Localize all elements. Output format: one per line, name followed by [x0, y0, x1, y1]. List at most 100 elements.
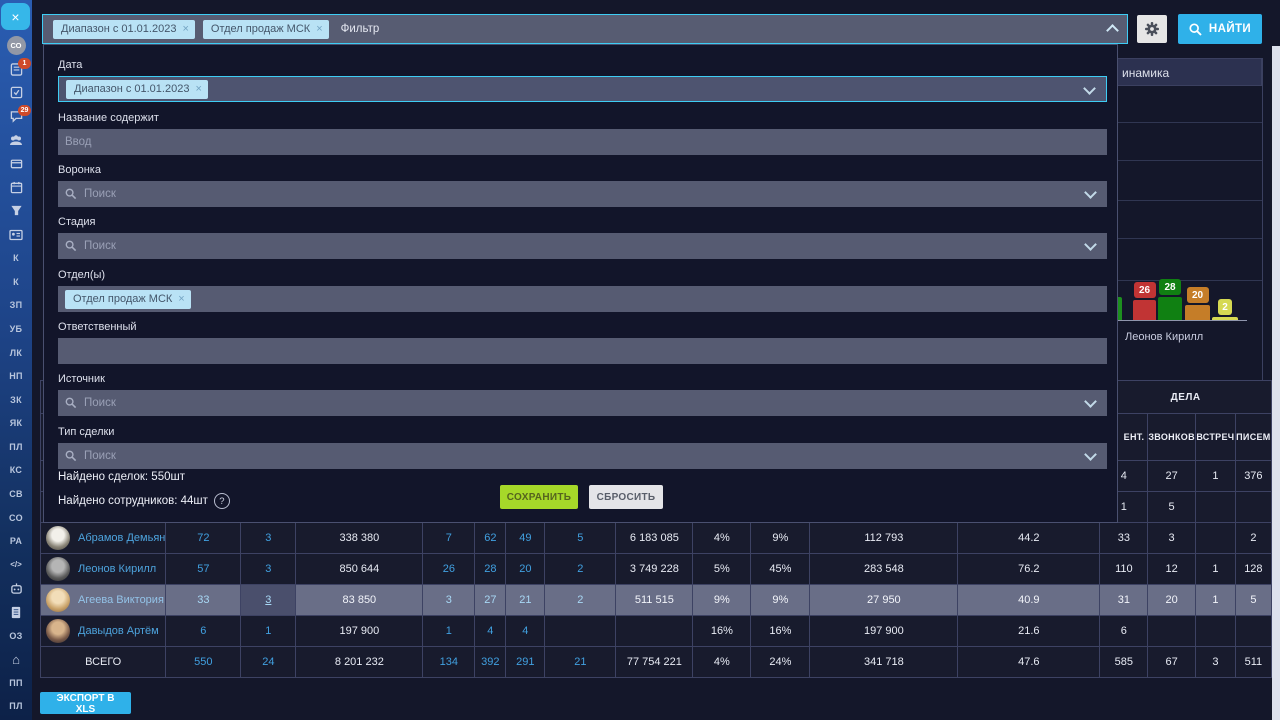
- table-cell[interactable]: 26: [423, 554, 475, 585]
- table-cell[interactable]: 1: [423, 616, 475, 647]
- chevron-down-icon[interactable]: [1084, 238, 1097, 251]
- table-cell[interactable]: 1: [241, 616, 296, 647]
- robot-icon[interactable]: [0, 577, 32, 601]
- column-header[interactable]: ВСТРЕЧ: [1195, 414, 1235, 461]
- remove-chip-icon[interactable]: ×: [178, 293, 184, 305]
- table-cell[interactable]: 4: [506, 616, 545, 647]
- table-cell[interactable]: 291: [506, 647, 545, 678]
- table-row[interactable]: Леонов Кирилл573850 64426282023 749 2285…: [41, 554, 1272, 585]
- table-cell[interactable]: 21: [545, 647, 616, 678]
- building-icon[interactable]: ⌂: [0, 647, 32, 671]
- save-button[interactable]: СОХРАНИТЬ: [500, 485, 578, 509]
- table-cell[interactable]: 21: [506, 585, 545, 616]
- wallet-icon[interactable]: [0, 152, 32, 176]
- sidebar-item-oz[interactable]: ОЗ: [0, 624, 32, 648]
- journal-icon[interactable]: 1: [0, 58, 32, 82]
- table-cell[interactable]: 134: [423, 647, 475, 678]
- sidebar-item-pl2[interactable]: ПЛ: [0, 695, 32, 719]
- table-cell[interactable]: 7: [423, 523, 475, 554]
- table-row[interactable]: ВСЕГО550248 201 2321343922912177 754 221…: [41, 647, 1272, 678]
- table-row[interactable]: Давыдов Артём61197 90014416%16%197 90021…: [41, 616, 1272, 647]
- sidebar-item-so[interactable]: СО: [0, 506, 32, 530]
- table-cell[interactable]: 2: [545, 585, 616, 616]
- table-cell[interactable]: 550: [166, 647, 241, 678]
- document-icon[interactable]: [0, 600, 32, 624]
- table-cell[interactable]: 3: [241, 523, 296, 554]
- sidebar-item-ub[interactable]: УБ: [0, 317, 32, 341]
- collapse-panel-chevron-icon[interactable]: [1106, 24, 1119, 37]
- selected-value-chip[interactable]: Отдел продаж МСК×: [65, 290, 191, 309]
- sidebar-item-pl1[interactable]: ПЛ: [0, 435, 32, 459]
- sidebar-item-zk[interactable]: ЗК: [0, 388, 32, 412]
- remove-chip-icon[interactable]: ×: [195, 83, 201, 95]
- close-button[interactable]: ×: [1, 3, 30, 30]
- idcard-icon[interactable]: [0, 223, 32, 247]
- table-cell[interactable]: 33: [166, 585, 241, 616]
- table-row[interactable]: Абрамов Демьян723338 3807624956 183 0854…: [41, 523, 1272, 554]
- table-cell[interactable]: 392: [475, 647, 506, 678]
- code-icon[interactable]: </>: [0, 553, 32, 577]
- scrollbar[interactable]: [1272, 46, 1280, 720]
- sidebar-item-np[interactable]: НП: [0, 364, 32, 388]
- selected-value-chip[interactable]: Диапазон с 01.01.2023×: [66, 80, 208, 99]
- filter-field-search[interactable]: Поиск: [58, 390, 1107, 416]
- filter-field-chips[interactable]: Отдел продаж МСК×: [58, 286, 1107, 312]
- help-icon[interactable]: ?: [214, 493, 230, 509]
- filter-field-input[interactable]: Ввод: [58, 129, 1107, 155]
- table-row[interactable]: Агеева Виктория33383 850327212511 5159%9…: [41, 585, 1272, 616]
- sidebar-item-zp[interactable]: ЗП: [0, 294, 32, 318]
- sidebar-item-yak[interactable]: ЯК: [0, 412, 32, 436]
- sidebar-item-sv[interactable]: СВ: [0, 482, 32, 506]
- reset-button[interactable]: СБРОСИТЬ: [589, 485, 663, 509]
- table-cell[interactable]: 28: [475, 554, 506, 585]
- filter-tokens-bar[interactable]: Диапазон с 01.01.2023 × Отдел продаж МСК…: [42, 14, 1128, 44]
- employee-name-link[interactable]: Давыдов Артём: [78, 625, 159, 637]
- table-cell[interactable]: 3: [241, 554, 296, 585]
- sidebar-item-pp[interactable]: ПП: [0, 671, 32, 695]
- table-cell[interactable]: 20: [506, 554, 545, 585]
- filter-field-search[interactable]: Поиск: [58, 181, 1107, 207]
- settings-gear-button[interactable]: [1137, 15, 1167, 43]
- contacts-group-icon[interactable]: [0, 128, 32, 152]
- chevron-down-icon[interactable]: [1084, 448, 1097, 461]
- export-xls-button[interactable]: ЭКСПОРТ В XLS: [40, 692, 131, 714]
- sidebar-item-ks[interactable]: КС: [0, 459, 32, 483]
- filter-field-input[interactable]: [58, 338, 1107, 364]
- table-cell[interactable]: 27: [475, 585, 506, 616]
- tasks-icon[interactable]: [0, 81, 32, 105]
- table-cell[interactable]: 6: [166, 616, 241, 647]
- filter-chip-date[interactable]: Диапазон с 01.01.2023 ×: [53, 20, 195, 39]
- table-cell[interactable]: [545, 616, 616, 647]
- sidebar-item-lk[interactable]: ЛК: [0, 341, 32, 365]
- table-cell[interactable]: 62: [475, 523, 506, 554]
- remove-chip-icon[interactable]: ×: [316, 23, 322, 35]
- sidebar-item-k1[interactable]: К: [0, 246, 32, 270]
- funnel-icon[interactable]: [0, 199, 32, 223]
- sidebar-user-avatar[interactable]: СО: [0, 34, 32, 58]
- table-cell[interactable]: 4: [475, 616, 506, 647]
- table-cell[interactable]: 24: [241, 647, 296, 678]
- employee-name-link[interactable]: Агеева Виктория: [78, 594, 164, 606]
- table-cell[interactable]: 57: [166, 554, 241, 585]
- column-header[interactable]: ПИСЕМ: [1235, 414, 1271, 461]
- table-cell[interactable]: 3: [241, 585, 296, 616]
- table-cell[interactable]: 49: [506, 523, 545, 554]
- chevron-down-icon[interactable]: [1084, 186, 1097, 199]
- find-button[interactable]: НАЙТИ: [1178, 14, 1262, 44]
- column-header[interactable]: ЗВОНКОВ: [1148, 414, 1196, 461]
- filter-chip-department[interactable]: Отдел продаж МСК ×: [203, 20, 329, 39]
- table-cell[interactable]: 5: [545, 523, 616, 554]
- filter-field-search[interactable]: Поиск: [58, 443, 1107, 469]
- table-cell[interactable]: 3: [423, 585, 475, 616]
- chat-icon[interactable]: 29: [0, 105, 32, 129]
- chevron-down-icon[interactable]: [1084, 395, 1097, 408]
- remove-chip-icon[interactable]: ×: [182, 23, 188, 35]
- table-cell[interactable]: 72: [166, 523, 241, 554]
- calendar-icon[interactable]: [0, 176, 32, 200]
- sidebar-item-k2[interactable]: К: [0, 270, 32, 294]
- filter-field-chips[interactable]: Диапазон с 01.01.2023×: [58, 76, 1107, 102]
- employee-name-link[interactable]: Леонов Кирилл: [78, 563, 156, 575]
- sidebar-item-ra[interactable]: РА: [0, 529, 32, 553]
- filter-field-search[interactable]: Поиск: [58, 233, 1107, 259]
- chevron-down-icon[interactable]: [1083, 82, 1096, 95]
